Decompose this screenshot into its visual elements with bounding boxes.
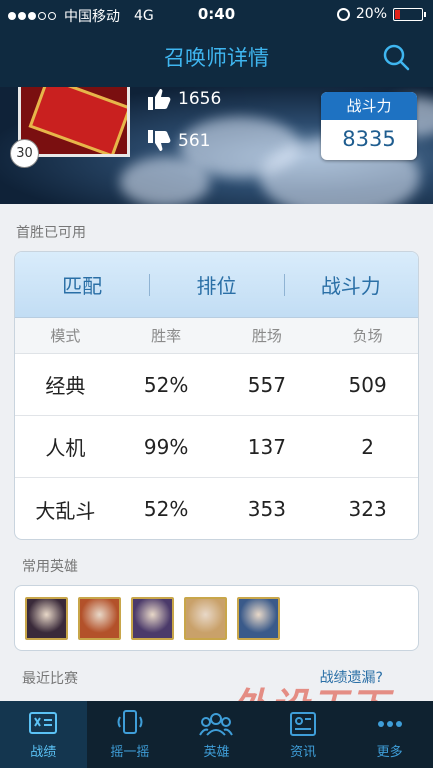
cell-win-rate: 99% xyxy=(143,434,189,459)
like-count-value: 1656 xyxy=(178,89,222,109)
stats-table-header: 模式 胜率 胜场 负场 xyxy=(15,318,418,354)
table-row: 大乱斗 52% 353 323 xyxy=(15,478,418,539)
hero-4-avatar[interactable] xyxy=(184,597,227,640)
table-row: 人机 99% 137 2 xyxy=(15,416,418,478)
power-score-value: 8335 xyxy=(342,127,396,151)
table-row: 经典 52% 557 509 xyxy=(15,354,418,416)
more-icon xyxy=(377,721,402,727)
dislike-count-value: 561 xyxy=(178,131,211,151)
hero-3-avatar[interactable] xyxy=(131,597,174,640)
power-score-label: 战斗力 xyxy=(321,92,417,120)
tab-shake-label: 摇一摇 xyxy=(110,745,150,760)
cell-losses: 509 xyxy=(348,372,387,397)
tab-records[interactable]: 战绩 xyxy=(0,701,87,768)
cell-losses: 2 xyxy=(361,434,374,459)
tab-ranked[interactable]: 排位 xyxy=(149,270,283,299)
tab-more-label: 更多 xyxy=(376,745,403,760)
tab-more[interactable]: 更多 xyxy=(346,701,433,768)
like-count[interactable]: 1656 xyxy=(146,87,221,111)
power-score-box: 战斗力 8335 xyxy=(321,92,417,160)
thumbs-up-icon xyxy=(148,89,171,110)
tab-shake[interactable]: 摇一摇 xyxy=(87,701,174,768)
battery-percent: 20% xyxy=(355,6,387,22)
hero-1-avatar[interactable] xyxy=(25,597,68,640)
tab-power[interactable]: 战斗力 xyxy=(283,270,418,299)
tab-normal[interactable]: 匹配 xyxy=(15,270,149,299)
cell-losses: 323 xyxy=(348,497,387,521)
cell-mode: 大乱斗 xyxy=(35,498,96,523)
news-icon xyxy=(290,712,317,736)
cell-wins: 137 xyxy=(247,434,286,459)
column-header-win-rate: 胜率 xyxy=(151,327,182,345)
tab-records-label: 战绩 xyxy=(30,745,57,760)
first-win-status: 首胜已可用 xyxy=(16,225,86,241)
cell-win-rate: 52% xyxy=(143,372,189,397)
summoner-banner: 30 1656 561 战斗力 8335 xyxy=(0,87,433,204)
heroes-icon xyxy=(199,713,234,736)
column-header-wins: 胜场 xyxy=(251,327,282,345)
thumbs-down-icon xyxy=(148,130,171,151)
recent-matches-label: 最近比赛 xyxy=(22,671,78,687)
cell-win-rate: 52% xyxy=(143,497,189,521)
top-bar: 中国移动 4G 0:40 20% 召唤师详情 xyxy=(0,0,433,87)
tab-heroes-label: 英雄 xyxy=(203,745,230,760)
summoner-level-badge: 30 xyxy=(10,139,39,168)
missing-record-link[interactable]: 战绩遗漏? xyxy=(320,667,383,687)
battery-icon xyxy=(393,7,426,21)
shake-icon xyxy=(117,710,143,734)
common-heroes-label: 常用英雄 xyxy=(22,559,78,575)
hero-5-avatar[interactable] xyxy=(237,597,280,640)
record-icon xyxy=(29,712,58,734)
hero-2-avatar[interactable] xyxy=(78,597,121,640)
search-icon[interactable] xyxy=(381,42,411,72)
common-heroes-card xyxy=(14,585,419,651)
tab-news-label: 资讯 xyxy=(290,745,317,760)
nav-bar: 召唤师详情 xyxy=(0,30,433,85)
stats-card: 匹配 排位 战斗力 模式 胜率 胜场 负场 经典 52% 557 509 人机 … xyxy=(14,251,419,540)
stats-tabs: 匹配 排位 战斗力 xyxy=(15,252,418,318)
tab-news[interactable]: 资讯 xyxy=(260,701,347,768)
tab-heroes[interactable]: 英雄 xyxy=(173,701,260,768)
alarm-icon xyxy=(336,7,350,21)
page-title: 召唤师详情 xyxy=(164,46,269,70)
column-header-losses: 负场 xyxy=(352,327,383,345)
cell-mode: 人机 xyxy=(45,436,86,460)
column-header-mode: 模式 xyxy=(50,327,81,345)
cell-wins: 557 xyxy=(247,372,286,397)
cell-wins: 353 xyxy=(247,497,286,521)
dislike-count[interactable]: 561 xyxy=(146,129,210,153)
cell-mode: 经典 xyxy=(45,374,86,398)
bottom-tab-bar: 战绩 摇一摇 英雄 资讯 更多 xyxy=(0,701,433,768)
status-bar: 中国移动 4G 0:40 20% xyxy=(0,0,433,30)
